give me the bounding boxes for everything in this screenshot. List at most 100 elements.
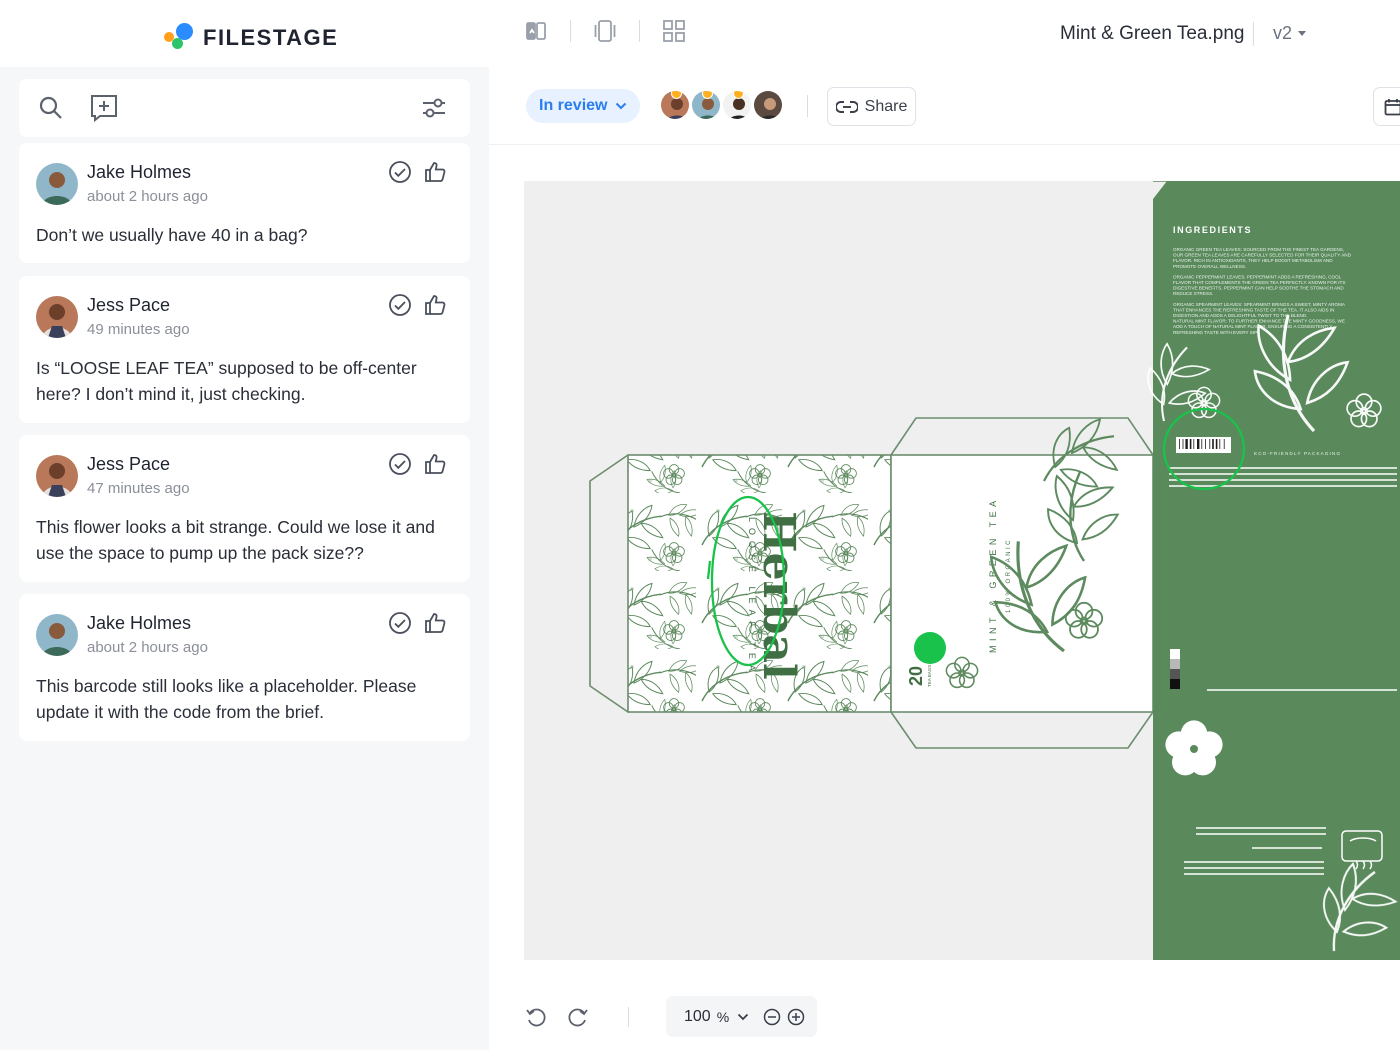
rotate-left-icon[interactable] bbox=[525, 1007, 547, 1029]
comment-card[interactable]: Jess Pace 47 minutes ago This flower loo… bbox=[19, 435, 470, 582]
status-label: In review bbox=[539, 97, 608, 114]
due-date-button[interactable] bbox=[1373, 87, 1400, 126]
single-page-view-icon[interactable] bbox=[591, 17, 619, 45]
reviewer-avatar[interactable] bbox=[659, 89, 691, 121]
search-icon[interactable] bbox=[34, 91, 68, 125]
comment-author: Jake Holmes bbox=[87, 613, 192, 633]
side-subtitle: 100% ORGANIC bbox=[1006, 538, 1012, 613]
version-dropdown[interactable]: v2 bbox=[1273, 23, 1307, 44]
comment-author: Jess Pace bbox=[87, 295, 171, 315]
artwork-canvas[interactable]: Herbal LOOSE LEAF TEA MINT & GREEN TEA 1… bbox=[524, 181, 1400, 960]
reviewer-avatars[interactable] bbox=[659, 89, 784, 121]
chevron-down-icon[interactable] bbox=[737, 1013, 749, 1021]
bag-count: 20 bbox=[906, 666, 926, 686]
comment-card[interactable]: Jake Holmes about 2 hours ago Don’t we u… bbox=[19, 143, 470, 263]
zoom-in-icon[interactable] bbox=[787, 1008, 805, 1026]
reviewer-avatar[interactable] bbox=[690, 89, 722, 121]
reviewer-avatar[interactable] bbox=[721, 89, 753, 121]
zoom-unit: % bbox=[716, 1008, 730, 1025]
barcode-bar bbox=[1197, 439, 1200, 449]
resolve-check-icon[interactable] bbox=[388, 293, 412, 317]
ingredients-line: REFRESHING TASTE WITH EVERY SIP. bbox=[1173, 330, 1258, 335]
filestage-logo[interactable]: FILESTAGE bbox=[163, 21, 338, 51]
share-label: Share bbox=[864, 97, 908, 115]
barcode-bar bbox=[1185, 439, 1188, 449]
status-dropdown[interactable]: In review bbox=[526, 89, 641, 123]
logo-mark bbox=[163, 23, 195, 49]
eco-label: ECO-FRIENDLY PACKAGING bbox=[1254, 451, 1341, 456]
comments-toolbar bbox=[19, 79, 470, 137]
chevron-down-icon bbox=[616, 102, 627, 110]
controls-divider bbox=[628, 1007, 629, 1027]
barcode-bar bbox=[1212, 439, 1214, 449]
reviewer-avatar[interactable] bbox=[752, 89, 784, 121]
top-bar: FILESTAGE Mint & Green Tea.png v2 bbox=[0, 0, 1400, 67]
review-area: In review Share Herbal LOOSE LEAF TEA MI… bbox=[489, 67, 1400, 1050]
thumbs-up-icon[interactable] bbox=[423, 452, 447, 476]
comment-card[interactable]: Jake Holmes about 2 hours ago This barco… bbox=[19, 594, 470, 741]
ingredients-line: PROMOTE OVERALL WELLNESS. bbox=[1173, 264, 1246, 269]
barcode-bar bbox=[1223, 439, 1225, 449]
comment-time: about 2 hours ago bbox=[87, 188, 208, 205]
ingredients-line: REDUCE STRESS. bbox=[1173, 291, 1213, 296]
title-divider bbox=[1253, 22, 1254, 46]
filter-settings-icon[interactable] bbox=[417, 91, 451, 125]
resolve-check-icon[interactable] bbox=[388, 160, 412, 184]
avatar bbox=[36, 614, 78, 656]
avatar bbox=[36, 455, 78, 497]
compare-view-icon[interactable] bbox=[522, 17, 550, 45]
comment-text: This barcode still looks like a placehol… bbox=[36, 676, 417, 722]
barcode-bar bbox=[1193, 439, 1195, 449]
ingredients-line: ORGANIC GREEN TEA LEAVES: SOURCED FROM T… bbox=[1173, 247, 1344, 252]
review-toolbar: In review Share bbox=[489, 67, 1400, 145]
zoom-value: 100 bbox=[684, 1007, 711, 1025]
ingredients-heading: INGREDIENTS bbox=[1173, 225, 1252, 235]
comment-text: Is “LOOSE LEAF TEA” supposed to be off-c… bbox=[36, 358, 417, 404]
ingredients-line: OUR GREEN TEA LEAVES ARE CAREFULLY SELEC… bbox=[1173, 253, 1352, 258]
barcode-bar bbox=[1179, 439, 1180, 449]
zoom-control[interactable]: 100 % bbox=[666, 996, 817, 1037]
barcode-bar bbox=[1219, 439, 1221, 449]
file-title: Mint & Green Tea.png bbox=[1060, 23, 1245, 44]
back-panel: INGREDIENTS ORGANIC GREEN TEA LEAVES: SO… bbox=[1126, 181, 1400, 960]
avatar bbox=[36, 296, 78, 338]
comment-author: Jake Holmes bbox=[87, 162, 192, 182]
bag-count-unit: TEA BAGS bbox=[927, 665, 932, 687]
thumbs-up-icon[interactable] bbox=[423, 160, 447, 184]
calendar-icon bbox=[1384, 98, 1400, 115]
ingredients-line: THAT ENHANCES THE REFRESHING TASTE OF TH… bbox=[1173, 307, 1334, 312]
comment-text: Don’t we usually have 40 in a bag? bbox=[36, 225, 308, 245]
avatar bbox=[36, 163, 78, 205]
ingredients-line: NATURAL MINT FLAVOR: TO FURTHER ENHANCE … bbox=[1173, 319, 1345, 324]
loose-leaf-subtitle: LOOSE LEAF TEA bbox=[747, 517, 757, 677]
resolve-check-icon[interactable] bbox=[388, 611, 412, 635]
ingredients-line: FLAVOR THAT COMPLEMENTS THE GREEN TEA PE… bbox=[1173, 280, 1345, 285]
barcode-bar bbox=[1215, 439, 1218, 449]
annotation-dot-flower[interactable] bbox=[914, 632, 946, 664]
packaging-artwork[interactable]: Herbal LOOSE LEAF TEA MINT & GREEN TEA 1… bbox=[524, 181, 1400, 960]
comment-time: about 2 hours ago bbox=[87, 639, 208, 656]
zoom-out-icon[interactable] bbox=[763, 1008, 781, 1026]
barcode-bar bbox=[1189, 439, 1192, 449]
share-button[interactable]: Share bbox=[827, 87, 916, 126]
ingredients-line: FLAVOR. RICH IN ANTIOXIDANTS, THEY HELP … bbox=[1173, 258, 1333, 263]
brand-name: FILESTAGE bbox=[203, 25, 339, 50]
thumbs-up-icon[interactable] bbox=[423, 293, 447, 317]
version-label: v2 bbox=[1273, 23, 1293, 43]
rotate-right-icon[interactable] bbox=[567, 1007, 589, 1029]
grid-view-icon[interactable] bbox=[660, 17, 688, 45]
comment-card[interactable]: Jess Pace 49 minutes ago Is “LOOSE LEAF … bbox=[19, 276, 470, 423]
thumbs-up-icon[interactable] bbox=[423, 611, 447, 635]
comment-time: 47 minutes ago bbox=[87, 480, 190, 497]
resolve-check-icon[interactable] bbox=[388, 452, 412, 476]
barcode-bar bbox=[1182, 439, 1184, 449]
ingredients-line: DIGESTIVE BENEFITS, PEPPERMINT CAN HELP … bbox=[1173, 286, 1344, 291]
add-comment-icon[interactable] bbox=[87, 91, 121, 125]
view-mode-switcher bbox=[522, 17, 688, 45]
barcode-bar bbox=[1209, 439, 1211, 449]
comments-sidebar: Jake Holmes about 2 hours ago Don’t we u… bbox=[0, 67, 489, 1050]
barcode[interactable] bbox=[1176, 437, 1231, 453]
comment-time: 49 minutes ago bbox=[87, 321, 190, 338]
link-icon bbox=[835, 100, 858, 113]
barcode-bar bbox=[1205, 439, 1206, 449]
